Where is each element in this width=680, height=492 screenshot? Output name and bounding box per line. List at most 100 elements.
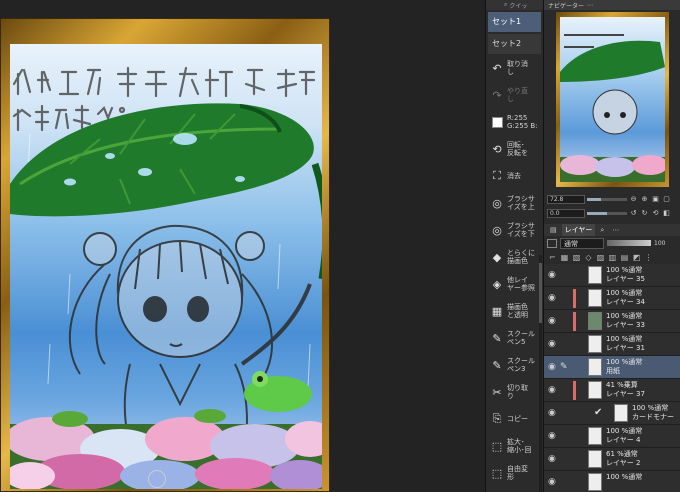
layer-blend-opacity: 100 %通常 <box>606 358 643 366</box>
eye-icon[interactable]: ◉ <box>548 339 558 349</box>
tool-item[interactable]: ◆ とらくに 描画色 <box>486 244 543 270</box>
layer-thumbnail <box>588 289 602 307</box>
tool-label: 消去 <box>507 172 521 180</box>
layer-meta: 100 %通常 レイヤー 31 <box>606 335 645 353</box>
tool-label: ブラシサ イズを下 <box>507 222 535 238</box>
set-tab-1[interactable]: セット1 <box>488 12 541 32</box>
palette-scrollbar[interactable] <box>539 255 542 492</box>
navigator-preview[interactable] <box>556 12 669 187</box>
draft-icon[interactable]: ▨ <box>596 253 605 262</box>
rotate-right-icon[interactable]: ↻ <box>640 209 649 218</box>
eye-icon[interactable]: ◉ <box>548 293 558 303</box>
search-icon[interactable]: ⌕ <box>504 1 507 9</box>
reference-icon[interactable]: ◇ <box>584 253 593 262</box>
zoom-in-icon[interactable]: ⊕ <box>640 195 649 204</box>
tool-item[interactable]: ✎ スクール ペン3 <box>486 352 543 378</box>
mask-icon[interactable]: ▥ <box>608 253 617 262</box>
rotation-field[interactable]: 0.0 <box>547 209 585 218</box>
navigator-thumbnail <box>560 17 665 182</box>
set-tab-2[interactable]: セット2 <box>488 34 541 54</box>
layer-row[interactable]: ◉ 100 %通常 レイヤー 34 <box>544 287 680 310</box>
search-layer-icon[interactable]: ⌕ <box>597 224 607 236</box>
layer-meta: 100 %通常 レイヤー 4 <box>606 427 642 445</box>
layer-row[interactable]: ◉ 100 %通常 レイヤー 35 <box>544 264 680 287</box>
tool-item[interactable]: ↶ 取り消 し <box>486 55 543 81</box>
tool-item[interactable]: ✂ 切り取 り <box>486 379 543 405</box>
tool-item[interactable]: ▦ 描画色 と透明 <box>486 298 543 324</box>
layer-menu-icon[interactable]: ⋯ <box>609 224 622 236</box>
eye-icon[interactable]: ◉ <box>548 270 558 280</box>
tool-item[interactable]: ✎ スクール ペン5 <box>486 325 543 351</box>
zoom-out-icon[interactable]: ⊖ <box>629 195 638 204</box>
more-icon[interactable]: ⋮ <box>644 253 653 262</box>
layer-row[interactable]: ◉ 61 %通常 レイヤー 2 <box>544 448 680 471</box>
tool-label: 自由変 形 <box>507 465 528 481</box>
tool-item[interactable]: ⎘ コピー <box>486 406 543 432</box>
layer-row[interactable]: ◉ 41 %乗算 レイヤー 37 <box>544 379 680 402</box>
eye-icon[interactable]: ◉ <box>548 316 558 326</box>
lock-icon[interactable]: ▦ <box>560 253 569 262</box>
actual-size-icon[interactable]: ▢ <box>662 195 671 204</box>
tool-item[interactable]: ◎ ブラシサ イズを下 <box>486 217 543 243</box>
free-transform-icon: ⬚ <box>491 466 503 480</box>
tool-item[interactable]: ◈ 他レイ ヤー参照 <box>486 271 543 297</box>
pen-icon: ✎ <box>492 331 502 345</box>
layer-meta: 100 %通常 カードモナー <box>632 404 674 422</box>
layer-name: レイヤー 34 <box>606 298 645 306</box>
layer-thumbnail <box>588 381 602 399</box>
layer-row[interactable]: ◉ 100 %通常 レイヤー 4 <box>544 425 680 448</box>
layer-color-icon[interactable]: ◩ <box>632 253 641 262</box>
canvas-area[interactable] <box>0 0 485 492</box>
blend-mode-select[interactable]: 通常 <box>560 237 604 249</box>
navigator-thumbnail-image <box>560 34 665 182</box>
tool-label: 回転･ 反転を <box>507 141 528 157</box>
layer-color-icon[interactable] <box>547 238 557 248</box>
zoom-field[interactable]: 72.8 <box>547 195 585 204</box>
color-swatch <box>491 116 503 128</box>
opacity-value[interactable]: 100 <box>654 240 665 247</box>
tool-item[interactable]: ⛶ 消去 <box>486 163 543 189</box>
eye-icon[interactable]: ◉ <box>548 454 558 464</box>
layer-row[interactable]: ◉ 100 %通常 レイヤー 33 <box>544 310 680 333</box>
lock-transparent-icon[interactable]: ▧ <box>572 253 581 262</box>
tool-label: コピー <box>507 415 528 423</box>
layer-blend-opacity: 100 %通常 <box>606 335 643 343</box>
rotate-left-icon[interactable]: ↺ <box>629 209 638 218</box>
layer-name: レイヤー 31 <box>606 344 645 352</box>
flip-icon[interactable]: ◧ <box>662 209 671 218</box>
scrollbar-grip[interactable] <box>539 263 542 323</box>
zoom-slider[interactable] <box>587 198 627 201</box>
reset-rotation-icon[interactable]: ⟲ <box>651 209 660 218</box>
tool-item[interactable]: ◎ ブラシサ イズを上 <box>486 190 543 216</box>
layer-row[interactable]: ◉ 100 %通常 レイヤー 31 <box>544 333 680 356</box>
eye-icon[interactable]: ◉ <box>548 385 558 395</box>
navigator-menu-icon[interactable]: ⋯ <box>587 2 593 9</box>
layer-panel-tabs: ▤ レイヤー ⌕ ⋯ <box>544 224 680 236</box>
tab-layer[interactable]: レイヤー <box>561 224 596 236</box>
cursor-circle <box>148 470 166 488</box>
eye-icon[interactable]: ◉ <box>548 477 558 487</box>
layer-name: レイヤー 37 <box>606 390 645 398</box>
tool-item[interactable]: ⟲ 回転･ 反転を <box>486 136 543 162</box>
eye-icon[interactable]: ◉ <box>548 362 558 372</box>
rotation-slider[interactable] <box>587 212 627 215</box>
color-swatch <box>490 115 504 129</box>
tool-item[interactable]: ↷ やり直 し <box>486 82 543 108</box>
tool-label: とらくに 描画色 <box>507 249 535 265</box>
fit-icon[interactable]: ▣ <box>651 195 660 204</box>
artwork-canvas[interactable] <box>10 44 322 489</box>
eye-icon[interactable]: ◉ <box>548 431 558 441</box>
layer-property-icon[interactable]: ▤ <box>547 224 560 236</box>
layer-row[interactable]: ◉ ✎ 100 %通常 用紙 <box>544 356 680 379</box>
eye-icon[interactable]: ◉ <box>548 408 558 418</box>
clip-icon[interactable]: ⌐ <box>548 253 557 262</box>
tool-item[interactable]: ⬚ 自由変 形 <box>486 460 543 486</box>
tool-item[interactable]: R:255 G:255 B: <box>486 109 543 135</box>
opacity-slider[interactable] <box>607 240 651 246</box>
layer-row[interactable]: ◉ 100 %通常 <box>544 471 680 492</box>
layer-row[interactable]: ◉ ✔ 100 %通常 カードモナー <box>544 402 680 425</box>
artwork-gold-frame <box>0 18 330 492</box>
tool-item[interactable]: ⬚ 拡大･ 縮小･回 <box>486 433 543 459</box>
navigator-tab[interactable]: ナビゲーター <box>548 1 584 10</box>
ruler-icon[interactable]: ▤ <box>620 253 629 262</box>
